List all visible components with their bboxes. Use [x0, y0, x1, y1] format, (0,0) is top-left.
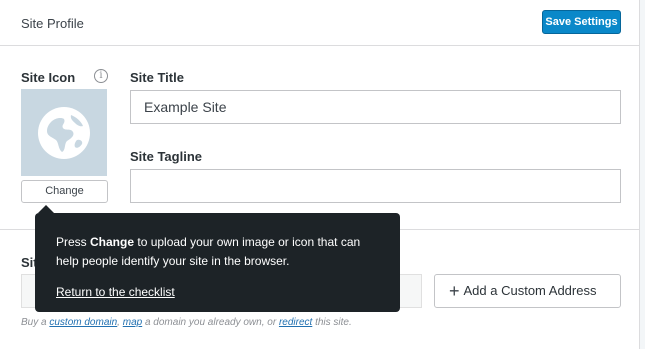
- globe-icon: [38, 107, 90, 159]
- tooltip-text: Press Change to upload your own image or…: [56, 235, 361, 268]
- map-domain-link[interactable]: map: [123, 317, 142, 328]
- change-icon-button[interactable]: Change: [21, 180, 108, 203]
- custom-domain-link[interactable]: custom domain: [49, 317, 117, 328]
- site-tagline-input[interactable]: [130, 169, 621, 203]
- save-settings-button[interactable]: Save Settings: [542, 10, 621, 34]
- plus-icon: +: [449, 281, 460, 301]
- add-custom-address-label: Add a Custom Address: [463, 283, 597, 298]
- site-icon-preview[interactable]: [21, 89, 107, 176]
- checklist-tooltip: Press Change to upload your own image or…: [35, 213, 400, 312]
- add-custom-address-button[interactable]: + Add a Custom Address: [434, 274, 621, 308]
- site-tagline-label: Site Tagline: [130, 149, 202, 164]
- tooltip-arrow: [38, 205, 54, 213]
- site-icon-label: Site Icon: [21, 70, 76, 85]
- return-to-checklist-link[interactable]: Return to the checklist: [56, 283, 175, 302]
- card-header: Site Profile Save Settings: [0, 0, 640, 46]
- address-help-text: Buy a custom domain, map a domain you al…: [21, 317, 352, 328]
- site-title-label: Site Title: [130, 70, 184, 85]
- site-title-input[interactable]: Example Site: [130, 90, 621, 124]
- redirect-link[interactable]: redirect: [279, 317, 312, 328]
- card-title: Site Profile: [21, 16, 84, 31]
- info-icon[interactable]: i: [94, 69, 108, 83]
